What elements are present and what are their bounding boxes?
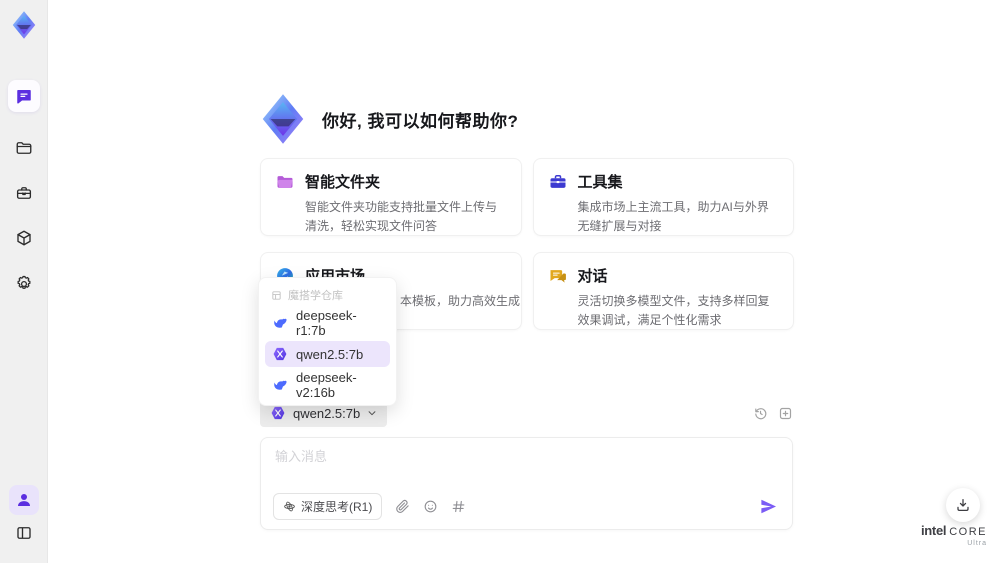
card-title: 智能文件夹 [305, 174, 381, 191]
card-dialog[interactable]: 对话 灵活切换多模型文件，支持多样回复效果调试，满足个性化需求 [532, 252, 794, 330]
message-input[interactable] [275, 446, 775, 484]
deepseek-icon [274, 318, 287, 328]
briefcase-icon [16, 187, 32, 199]
model-option-label: deepseek-v2:16b [296, 370, 357, 400]
model-selector-label: qwen2.5:7b [293, 405, 361, 421]
dialog-icon [550, 269, 566, 283]
card-description: 智能文件夹功能支持批量文件上传与清洗，轻松实现文件问答 [305, 200, 498, 233]
intel-core-text: CORE [949, 526, 987, 538]
send-icon[interactable] [759, 497, 778, 516]
greeting-logo-icon [256, 92, 310, 146]
model-option-deepseek-r1[interactable]: deepseek-r1:7b [265, 308, 390, 338]
sidebar [0, 0, 48, 563]
emoji-icon[interactable] [423, 499, 438, 514]
smart-folder-icon [277, 175, 293, 188]
qwen-icon [271, 406, 285, 420]
model-dropdown-header: 魔搭学仓库 [265, 285, 390, 310]
chat-icon [17, 90, 31, 104]
sidebar-item-models[interactable] [8, 222, 40, 254]
sidebar-item-collapse[interactable] [8, 517, 40, 549]
app-logo-icon [9, 10, 39, 40]
sidebar-item-settings[interactable] [8, 268, 40, 300]
intel-ultra-text: Ultra [967, 540, 987, 547]
greeting: 你好, 我可以如何帮助你? [256, 92, 518, 146]
attachment-icon[interactable] [395, 499, 410, 514]
sidebar-item-account[interactable] [9, 485, 39, 515]
intel-core-badge: intel CORE Ultra [921, 524, 987, 547]
card-smart-folder[interactable]: 智能文件夹 智能文件夹功能支持批量文件上传与清洗，轻松实现文件问答 [260, 158, 522, 236]
new-chat-icon[interactable] [778, 406, 793, 421]
card-toolset[interactable]: 工具集 集成市场上主流工具，助力AI与外界无缝扩展与对接 [532, 158, 794, 236]
toolbox-icon [550, 174, 565, 188]
card-description-visible: 本模板，助力高效生成多 [400, 294, 522, 308]
panel-icon [17, 527, 31, 539]
composer: 深度思考(R1) [260, 437, 793, 530]
card-description: 集成市场上主流工具，助力AI与外界无缝扩展与对接 [577, 200, 769, 233]
sidebar-item-folders[interactable] [8, 132, 40, 164]
model-dropdown: 魔搭学仓库 deepseek-r1:7b qwen2.5:7b deepseek… [258, 277, 397, 406]
user-icon [18, 494, 30, 506]
model-option-label: qwen2.5:7b [296, 346, 364, 362]
greeting-title: 你好, 我可以如何帮助你? [322, 111, 519, 131]
sidebar-item-tools[interactable] [8, 177, 40, 209]
card-title: 对话 [577, 268, 608, 285]
model-option-qwen[interactable]: qwen2.5:7b [265, 341, 390, 367]
card-title: 工具集 [577, 174, 623, 191]
prompt-grid-icon[interactable] [451, 499, 466, 514]
composer-toolbar: 深度思考(R1) [273, 493, 778, 520]
download-button[interactable] [946, 488, 980, 522]
deep-think-label: 深度思考(R1) [301, 500, 373, 514]
qwen-icon [273, 347, 287, 361]
intel-logo-text: intel [920, 523, 947, 538]
sidebar-item-chat[interactable] [8, 80, 40, 112]
model-option-label: deepseek-r1:7b [296, 308, 357, 338]
model-dropdown-header-label: 魔搭学仓库 [288, 290, 343, 302]
gear-icon [17, 275, 31, 289]
main-area: 你好, 我可以如何帮助你? 智能文件夹 智能文件夹功能支持批量文件上传与清洗，轻… [48, 0, 1000, 563]
chevron-down-icon [368, 411, 376, 416]
atom-icon [284, 501, 295, 512]
deepseek-icon [274, 380, 287, 390]
history-icon[interactable] [753, 406, 768, 421]
repo-icon [272, 290, 281, 300]
folder-icon [16, 142, 32, 154]
download-icon [957, 499, 969, 511]
model-option-deepseek-v2[interactable]: deepseek-v2:16b [265, 370, 390, 400]
app-window: 你好, 我可以如何帮助你? 智能文件夹 智能文件夹功能支持批量文件上传与清洗，轻… [0, 0, 1000, 563]
deep-think-toggle[interactable]: 深度思考(R1) [273, 493, 383, 520]
card-description: 灵活切换多模型文件，支持多样回复效果调试，满足个性化需求 [577, 294, 770, 327]
cube-icon [17, 230, 31, 246]
